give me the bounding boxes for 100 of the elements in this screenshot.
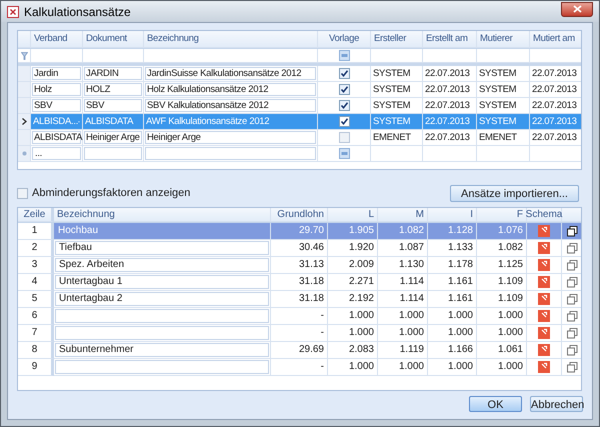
- column-header[interactable]: Ersteller: [371, 31, 423, 48]
- table-cell: 1.000: [428, 359, 477, 376]
- table-cell: 31.18: [271, 274, 328, 291]
- table-cell: 31.13: [271, 257, 328, 274]
- schema-icon[interactable]: [538, 259, 550, 271]
- table-cell[interactable]: Untertagbau 2: [55, 292, 269, 306]
- table-cell: 1.920: [328, 240, 378, 257]
- checkbox[interactable]: [338, 68, 350, 79]
- table-cell: 22.07.2013: [530, 66, 581, 82]
- table-cell: -: [271, 359, 328, 376]
- table-cell: 1.082: [378, 223, 428, 240]
- schema-icon[interactable]: [538, 276, 550, 288]
- table-cell: 1.000: [477, 308, 527, 325]
- column-header[interactable]: Vorlage: [318, 31, 371, 48]
- table-cell[interactable]: Untertagbau 1: [55, 275, 269, 289]
- table-cell: 1.133: [428, 240, 477, 257]
- column-header[interactable]: Mutierer: [477, 31, 530, 48]
- table-cell: 1.076: [477, 223, 527, 240]
- table-cell: 1.166: [428, 342, 477, 359]
- column-header[interactable]: Dokument: [83, 31, 144, 48]
- table-cell: 1.061: [477, 342, 527, 359]
- cell-field[interactable]: [55, 309, 269, 323]
- table-row[interactable]: Holz HOLZ Holz Kalkulationsansätze 2012 SYSTEM 22.07.2013 SYSTEM 22.07.2013: [18, 82, 581, 98]
- checkbox[interactable]: [338, 116, 350, 127]
- table-cell[interactable]: Holz Kalkulationsansätze 2012: [145, 83, 316, 96]
- table-row[interactable]: ALBISDATA Heiniger Arge Heiniger Arge EMENET 22.07.2013 EMENET 22.07.2013: [18, 130, 581, 146]
- app-icon: [7, 6, 19, 18]
- table-cell: SYSTEM: [477, 82, 530, 98]
- table-cell[interactable]: SBV Kalkulationsansätze 2012: [145, 99, 316, 112]
- table-cell: 22.07.2013: [423, 66, 477, 82]
- column-header[interactable]: L: [328, 208, 378, 222]
- schema-icon[interactable]: [538, 327, 550, 339]
- table-cell[interactable]: Jardin: [32, 67, 81, 80]
- table-cell[interactable]: HOLZ: [84, 83, 142, 96]
- cell-field[interactable]: [55, 326, 269, 340]
- table-cell: EMENET: [477, 130, 530, 146]
- table-cell: 1.000: [378, 359, 428, 376]
- column-header[interactable]: Bezeichnung: [54, 208, 271, 222]
- cell-field[interactable]: [84, 147, 142, 160]
- table-cell: 1.125: [477, 257, 527, 274]
- table-cell[interactable]: JardinSuisse Kalkulationsansätze 2012: [145, 67, 316, 80]
- table-cell: 29.70: [271, 223, 328, 240]
- table-cell[interactable]: Heiniger Arge: [145, 131, 316, 144]
- cancel-button[interactable]: Abbrechen: [530, 396, 583, 412]
- column-header[interactable]: M: [378, 208, 428, 222]
- checkbox[interactable]: [338, 100, 350, 111]
- table-cell: 2.083: [328, 342, 378, 359]
- column-header[interactable]: Mutiert am: [530, 31, 581, 48]
- column-header[interactable]: Schema: [527, 208, 562, 222]
- checkbox[interactable]: [338, 84, 350, 95]
- table-cell[interactable]: SBV: [32, 99, 81, 112]
- schema-icon[interactable]: [538, 344, 550, 356]
- table-cell[interactable]: JARDIN: [84, 67, 142, 80]
- table-cell[interactable]: Tiefbau: [55, 241, 269, 255]
- column-header[interactable]: Bezeichnung: [144, 31, 318, 48]
- table-cell: 1.000: [378, 308, 428, 325]
- schema-icon[interactable]: [538, 310, 550, 322]
- column-header[interactable]: I: [428, 208, 477, 222]
- table-cell: 22.07.2013: [530, 130, 581, 146]
- column-header[interactable]: F: [477, 208, 527, 222]
- table-cell: 31.18: [271, 291, 328, 308]
- table-cell[interactable]: Subunternehmer: [55, 343, 269, 357]
- column-header[interactable]: Grundlohn: [271, 208, 328, 222]
- table-cell[interactable]: ALBISDATA: [32, 131, 81, 144]
- schema-icon[interactable]: [538, 242, 550, 254]
- table-cell: 1.114: [378, 274, 428, 291]
- checkbox[interactable]: [338, 132, 350, 143]
- cell-field[interactable]: [55, 360, 269, 374]
- copy-icon[interactable]: [566, 226, 578, 236]
- table-cell[interactable]: ...: [32, 147, 81, 160]
- table-cell[interactable]: SBV: [84, 99, 142, 112]
- table-cell: SYSTEM: [477, 114, 530, 130]
- filter-icon[interactable]: [20, 52, 28, 60]
- table-cell: 1.000: [428, 308, 477, 325]
- column-header[interactable]: Erstellt am: [423, 31, 477, 48]
- column-header[interactable]: Verband: [31, 31, 83, 48]
- import-button[interactable]: Ansätze importieren...: [450, 184, 579, 202]
- table-cell[interactable]: Holz: [32, 83, 81, 96]
- table-cell: 3: [18, 257, 54, 274]
- table-cell: 1.000: [378, 325, 428, 342]
- table-cell: 2: [18, 240, 54, 257]
- new-row[interactable]: ...: [18, 146, 581, 162]
- table-cell: 1.087: [378, 240, 428, 257]
- checkbox[interactable]: [17, 188, 28, 198]
- schema-icon[interactable]: [538, 293, 550, 305]
- table-row[interactable]: 9 - 1.000 1.000 1.000 1.000: [18, 359, 581, 376]
- table-cell: 6: [18, 308, 54, 325]
- table-row[interactable]: 1 Hochbau 29.70 1.905 1.082 1.128 1.076: [18, 223, 581, 240]
- table-cell: 2.271: [328, 274, 378, 291]
- table-cell[interactable]: Heiniger Arge: [84, 131, 142, 144]
- table-cell[interactable]: Spez. Arbeiten: [55, 258, 269, 272]
- ok-button[interactable]: OK: [469, 396, 522, 412]
- schema-icon[interactable]: [538, 225, 550, 237]
- close-button[interactable]: [561, 2, 593, 16]
- row-pointer-icon: [22, 118, 26, 125]
- table-cell: SYSTEM: [371, 114, 423, 130]
- table-cell: 1.114: [378, 291, 428, 308]
- cell-field[interactable]: [145, 147, 316, 160]
- schema-icon[interactable]: [538, 361, 550, 373]
- table-row[interactable]: Jardin JARDIN JardinSuisse Kalkulationsansätze 2012 SYSTEM 22.07.2013 SYSTEM 22.07.2013: [18, 66, 581, 82]
